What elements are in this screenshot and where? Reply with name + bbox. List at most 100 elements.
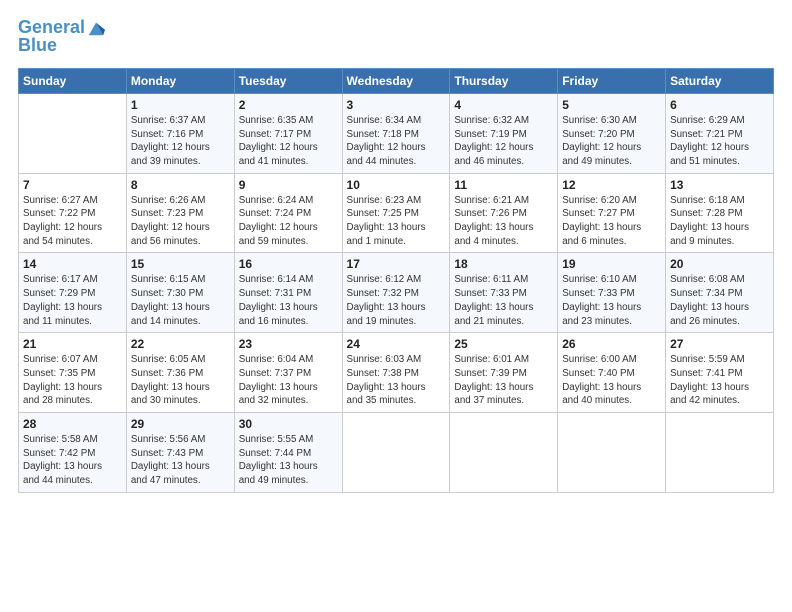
- calendar-cell: 1 Sunrise: 6:37 AM Sunset: 7:16 PM Daylig…: [126, 93, 234, 173]
- day-detail: Sunrise: 6:37 AM Sunset: 7:16 PM Dayligh…: [131, 114, 230, 169]
- calendar-cell: 23 Sunrise: 6:04 AM Sunset: 7:37 PM Dayli…: [234, 333, 342, 413]
- page-header: General Blue: [18, 18, 774, 54]
- day-detail: Sunrise: 6:03 AM Sunset: 7:38 PM Dayligh…: [347, 353, 446, 408]
- day-number: 27: [670, 337, 769, 351]
- day-detail: Sunrise: 6:35 AM Sunset: 7:17 PM Dayligh…: [239, 114, 338, 169]
- day-detail: Sunrise: 6:00 AM Sunset: 7:40 PM Dayligh…: [562, 353, 661, 408]
- calendar-cell: 18Sunrise: 6:11 AM Sunset: 7:33 PM Dayli…: [450, 253, 558, 333]
- day-number: 12: [562, 178, 661, 192]
- calendar-cell: 10 Sunrise: 6:23 AM Sunset: 7:25 PM Dayli…: [342, 173, 450, 253]
- calendar-cell: 12 Sunrise: 6:20 AM Sunset: 7:27 PM Dayli…: [558, 173, 666, 253]
- day-number: 9: [239, 178, 338, 192]
- day-number: 3: [347, 98, 446, 112]
- calendar-cell: 16Sunrise: 6:14 AM Sunset: 7:31 PM Dayli…: [234, 253, 342, 333]
- calendar-cell: 14 Sunrise: 6:17 AM Sunset: 7:29 PM Dayli…: [19, 253, 127, 333]
- calendar-cell: 30 Sunrise: 5:55 AM Sunset: 7:44 PM Dayli…: [234, 413, 342, 493]
- day-number: 23: [239, 337, 338, 351]
- calendar-week-3: 14 Sunrise: 6:17 AM Sunset: 7:29 PM Dayli…: [19, 253, 774, 333]
- day-detail: Sunrise: 5:56 AM Sunset: 7:43 PM Dayligh…: [131, 433, 230, 488]
- day-number: 8: [131, 178, 230, 192]
- day-detail: Sunrise: 6:07 AM Sunset: 7:35 PM Dayligh…: [23, 353, 122, 408]
- day-detail: Sunrise: 5:58 AM Sunset: 7:42 PM Dayligh…: [23, 433, 122, 488]
- day-detail: Sunrise: 6:32 AM Sunset: 7:19 PM Dayligh…: [454, 114, 553, 169]
- calendar-cell: 8Sunrise: 6:26 AM Sunset: 7:23 PM Daylig…: [126, 173, 234, 253]
- day-number: 19: [562, 257, 661, 271]
- calendar-cell: [342, 413, 450, 493]
- day-detail: Sunrise: 6:14 AM Sunset: 7:31 PM Dayligh…: [239, 273, 338, 328]
- day-number: 13: [670, 178, 769, 192]
- calendar-week-2: 7 Sunrise: 6:27 AM Sunset: 7:22 PM Daylig…: [19, 173, 774, 253]
- day-number: 29: [131, 417, 230, 431]
- calendar-week-1: 1 Sunrise: 6:37 AM Sunset: 7:16 PM Daylig…: [19, 93, 774, 173]
- calendar-cell: [19, 93, 127, 173]
- day-number: 1: [131, 98, 230, 112]
- calendar-cell: 11 Sunrise: 6:21 AM Sunset: 7:26 PM Dayli…: [450, 173, 558, 253]
- day-detail: Sunrise: 6:04 AM Sunset: 7:37 PM Dayligh…: [239, 353, 338, 408]
- calendar-table: SundayMondayTuesdayWednesdayThursdayFrid…: [18, 68, 774, 493]
- calendar-cell: 21 Sunrise: 6:07 AM Sunset: 7:35 PM Dayli…: [19, 333, 127, 413]
- calendar-cell: [450, 413, 558, 493]
- calendar-cell: 20 Sunrise: 6:08 AM Sunset: 7:34 PM Dayli…: [666, 253, 774, 333]
- day-number: 20: [670, 257, 769, 271]
- calendar-cell: 26 Sunrise: 6:00 AM Sunset: 7:40 PM Dayli…: [558, 333, 666, 413]
- day-detail: Sunrise: 5:55 AM Sunset: 7:44 PM Dayligh…: [239, 433, 338, 488]
- calendar-cell: 6Sunrise: 6:29 AM Sunset: 7:21 PM Daylig…: [666, 93, 774, 173]
- calendar-cell: 13Sunrise: 6:18 AM Sunset: 7:28 PM Dayli…: [666, 173, 774, 253]
- day-detail: Sunrise: 6:15 AM Sunset: 7:30 PM Dayligh…: [131, 273, 230, 328]
- day-detail: Sunrise: 6:05 AM Sunset: 7:36 PM Dayligh…: [131, 353, 230, 408]
- calendar-header-row: SundayMondayTuesdayWednesdayThursdayFrid…: [19, 68, 774, 93]
- day-number: 2: [239, 98, 338, 112]
- calendar-cell: 4 Sunrise: 6:32 AM Sunset: 7:19 PM Daylig…: [450, 93, 558, 173]
- day-detail: Sunrise: 6:34 AM Sunset: 7:18 PM Dayligh…: [347, 114, 446, 169]
- day-detail: Sunrise: 5:59 AM Sunset: 7:41 PM Dayligh…: [670, 353, 769, 408]
- calendar-cell: 7 Sunrise: 6:27 AM Sunset: 7:22 PM Daylig…: [19, 173, 127, 253]
- day-detail: Sunrise: 6:30 AM Sunset: 7:20 PM Dayligh…: [562, 114, 661, 169]
- day-detail: Sunrise: 6:29 AM Sunset: 7:21 PM Dayligh…: [670, 114, 769, 169]
- day-detail: Sunrise: 6:24 AM Sunset: 7:24 PM Dayligh…: [239, 194, 338, 249]
- day-detail: Sunrise: 6:23 AM Sunset: 7:25 PM Dayligh…: [347, 194, 446, 249]
- day-number: 30: [239, 417, 338, 431]
- calendar-cell: 29 Sunrise: 5:56 AM Sunset: 7:43 PM Dayli…: [126, 413, 234, 493]
- calendar-cell: 27 Sunrise: 5:59 AM Sunset: 7:41 PM Dayli…: [666, 333, 774, 413]
- day-number: 18: [454, 257, 553, 271]
- col-header-wednesday: Wednesday: [342, 68, 450, 93]
- day-number: 14: [23, 257, 122, 271]
- day-detail: Sunrise: 6:10 AM Sunset: 7:33 PM Dayligh…: [562, 273, 661, 328]
- page-container: General Blue SundayMondayTuesdayWednesda…: [0, 0, 792, 503]
- logo: General Blue: [18, 18, 105, 54]
- logo-icon: [87, 19, 105, 37]
- col-header-friday: Friday: [558, 68, 666, 93]
- logo-blue: Blue: [18, 36, 105, 54]
- day-number: 10: [347, 178, 446, 192]
- day-number: 26: [562, 337, 661, 351]
- day-number: 5: [562, 98, 661, 112]
- day-number: 21: [23, 337, 122, 351]
- day-detail: Sunrise: 6:08 AM Sunset: 7:34 PM Dayligh…: [670, 273, 769, 328]
- day-detail: Sunrise: 6:20 AM Sunset: 7:27 PM Dayligh…: [562, 194, 661, 249]
- day-detail: Sunrise: 6:17 AM Sunset: 7:29 PM Dayligh…: [23, 273, 122, 328]
- col-header-tuesday: Tuesday: [234, 68, 342, 93]
- day-number: 24: [347, 337, 446, 351]
- calendar-cell: 24 Sunrise: 6:03 AM Sunset: 7:38 PM Dayli…: [342, 333, 450, 413]
- day-number: 7: [23, 178, 122, 192]
- day-detail: Sunrise: 6:12 AM Sunset: 7:32 PM Dayligh…: [347, 273, 446, 328]
- calendar-cell: 15 Sunrise: 6:15 AM Sunset: 7:30 PM Dayli…: [126, 253, 234, 333]
- day-number: 17: [347, 257, 446, 271]
- calendar-cell: 5 Sunrise: 6:30 AM Sunset: 7:20 PM Daylig…: [558, 93, 666, 173]
- day-detail: Sunrise: 6:01 AM Sunset: 7:39 PM Dayligh…: [454, 353, 553, 408]
- day-number: 15: [131, 257, 230, 271]
- day-detail: Sunrise: 6:27 AM Sunset: 7:22 PM Dayligh…: [23, 194, 122, 249]
- day-number: 11: [454, 178, 553, 192]
- calendar-cell: [558, 413, 666, 493]
- day-number: 4: [454, 98, 553, 112]
- calendar-cell: 28Sunrise: 5:58 AM Sunset: 7:42 PM Dayli…: [19, 413, 127, 493]
- day-number: 25: [454, 337, 553, 351]
- day-number: 22: [131, 337, 230, 351]
- calendar-week-4: 21 Sunrise: 6:07 AM Sunset: 7:35 PM Dayli…: [19, 333, 774, 413]
- col-header-sunday: Sunday: [19, 68, 127, 93]
- col-header-saturday: Saturday: [666, 68, 774, 93]
- calendar-cell: 22 Sunrise: 6:05 AM Sunset: 7:36 PM Dayli…: [126, 333, 234, 413]
- calendar-cell: 9 Sunrise: 6:24 AM Sunset: 7:24 PM Daylig…: [234, 173, 342, 253]
- calendar-cell: 25 Sunrise: 6:01 AM Sunset: 7:39 PM Dayli…: [450, 333, 558, 413]
- day-detail: Sunrise: 6:21 AM Sunset: 7:26 PM Dayligh…: [454, 194, 553, 249]
